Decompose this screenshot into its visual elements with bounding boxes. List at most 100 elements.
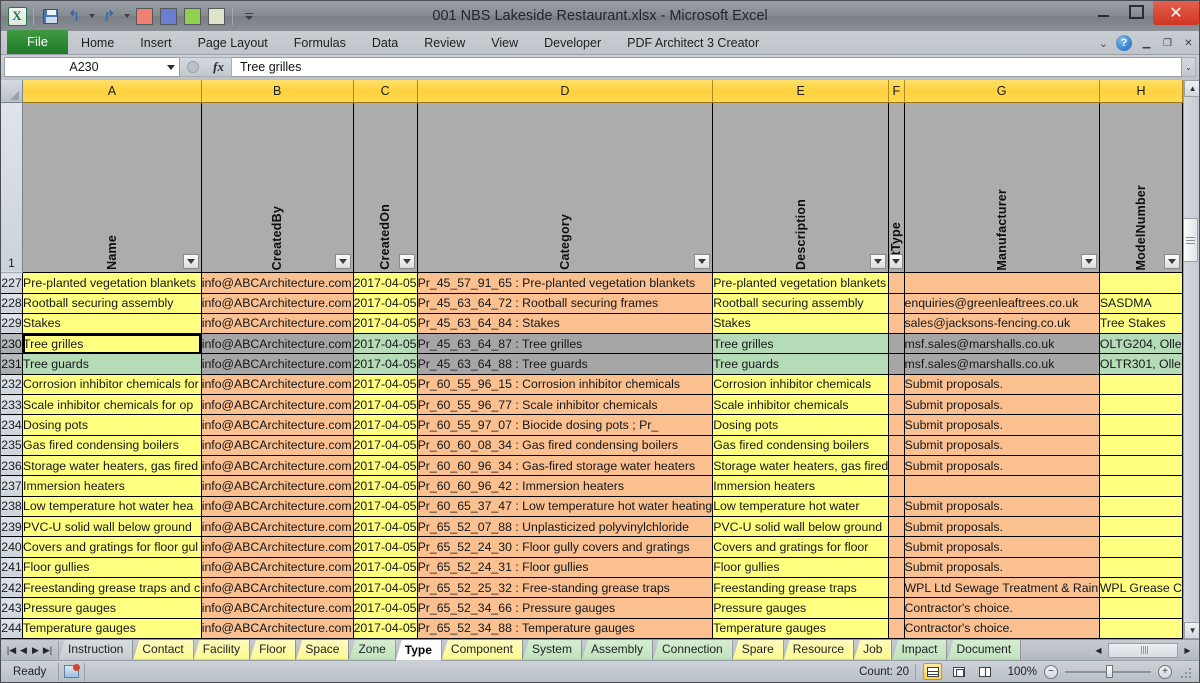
- row-header-232[interactable]: 232: [1, 374, 24, 396]
- cell-B241[interactable]: info@ABCArchitecture.com: [201, 557, 354, 578]
- row-header-236[interactable]: 236: [1, 455, 24, 477]
- cell-D240[interactable]: Pr_65_52_24_30 : Floor gully covers and …: [417, 536, 714, 558]
- tab-page-layout[interactable]: Page Layout: [185, 32, 281, 54]
- cell-D229[interactable]: Pr_45_63_64_84 : Stakes: [417, 313, 714, 335]
- cell-F238[interactable]: [888, 496, 905, 517]
- cell-A229[interactable]: Stakes: [22, 313, 202, 335]
- sheet-tab-spare[interactable]: Spare: [732, 639, 784, 660]
- sheet-tab-document[interactable]: Document: [947, 639, 1022, 660]
- redo-dropdown-icon[interactable]: [122, 5, 131, 27]
- cell-F237[interactable]: [888, 475, 905, 497]
- row-header-238[interactable]: 238: [1, 496, 24, 517]
- row-header-227[interactable]: 227: [1, 272, 24, 294]
- cell-B227[interactable]: info@ABCArchitecture.com: [201, 272, 354, 294]
- table-row[interactable]: 236 Storage water heaters, gas fired info@…: [1, 455, 1184, 477]
- cell-D233[interactable]: Pr_60_55_96_77 : Scale inhibitor chemica…: [417, 394, 714, 416]
- table-row[interactable]: 229 Stakes info@ABCArchitecture.com 2017-04…: [1, 313, 1184, 335]
- filter-button-name[interactable]: [182, 254, 199, 270]
- cell-A234[interactable]: Dosing pots: [22, 414, 202, 436]
- hscroll-left-button[interactable]: ◀: [1091, 643, 1106, 658]
- cell-B235[interactable]: info@ABCArchitecture.com: [201, 435, 354, 457]
- zoom-slider-thumb[interactable]: [1106, 665, 1113, 678]
- cell-F229[interactable]: [888, 313, 905, 335]
- cell-G241[interactable]: Submit proposals.: [904, 557, 1100, 578]
- next-sheet-icon[interactable]: ▶: [30, 645, 41, 656]
- cell-A228[interactable]: Rootball securing assembly: [22, 293, 202, 314]
- tab-developer[interactable]: Developer: [531, 32, 614, 54]
- cell-H242[interactable]: WPL Grease C: [1099, 577, 1184, 599]
- scroll-down-button[interactable]: ▼: [1184, 622, 1199, 639]
- table-row[interactable]: 239 PVC-U solid wall below ground info@ABC…: [1, 516, 1184, 538]
- cell-C243[interactable]: 2017-04-05: [353, 597, 418, 619]
- cell-E227[interactable]: Pre-planted vegetation blankets: [712, 272, 890, 294]
- cell-F236[interactable]: [888, 455, 905, 477]
- cell-B234[interactable]: info@ABCArchitecture.com: [201, 414, 354, 436]
- cell-H237[interactable]: [1099, 475, 1184, 497]
- sheet-tab-type[interactable]: Type: [395, 639, 442, 661]
- cell-B244[interactable]: info@ABCArchitecture.com: [201, 618, 354, 639]
- cell-A236[interactable]: Storage water heaters, gas fired: [22, 455, 202, 477]
- sheet-tab-system[interactable]: System: [522, 639, 582, 660]
- red-swatch-icon[interactable]: [133, 5, 155, 27]
- cell-H238[interactable]: [1099, 496, 1184, 517]
- cell-E237[interactable]: Immersion heaters: [712, 475, 890, 497]
- cell-E228[interactable]: Rootball securing assembly: [712, 293, 890, 314]
- cell-A227[interactable]: Pre-planted vegetation blankets: [22, 272, 202, 294]
- cell-E234[interactable]: Dosing pots: [712, 414, 890, 436]
- filter-button-manufacturer[interactable]: [1080, 254, 1097, 270]
- cell-E244[interactable]: Temperature gauges: [712, 618, 890, 639]
- cell-B236[interactable]: info@ABCArchitecture.com: [201, 455, 354, 477]
- cell-G227[interactable]: [904, 272, 1100, 294]
- cell-A233[interactable]: Scale inhibitor chemicals for op: [22, 394, 202, 416]
- sheet-tab-zone[interactable]: Zone: [349, 639, 396, 660]
- cell-H244[interactable]: [1099, 618, 1184, 639]
- cell-E241[interactable]: Floor gullies: [712, 557, 890, 578]
- cell-A241[interactable]: Floor gullies: [22, 557, 202, 578]
- cell-H230[interactable]: OLTG204, Olle: [1099, 333, 1184, 355]
- cell-A242[interactable]: Freestanding grease traps and c: [22, 577, 202, 599]
- tab-view[interactable]: View: [478, 32, 531, 54]
- table-row[interactable]: 242 Freestanding grease traps and c info@A…: [1, 577, 1184, 599]
- table-row[interactable]: 238 Low temperature hot water hea info@ABC…: [1, 496, 1184, 517]
- filter-button-description[interactable]: [870, 254, 887, 270]
- filter-button-createdon[interactable]: [398, 254, 415, 270]
- cell-G236[interactable]: Submit proposals.: [904, 455, 1100, 477]
- tab-file[interactable]: File: [7, 30, 68, 54]
- cell-E240[interactable]: Covers and gratings for floor: [712, 536, 890, 558]
- cell-F233[interactable]: [888, 394, 905, 416]
- cell-C239[interactable]: 2017-04-05: [353, 516, 418, 538]
- cell-B240[interactable]: info@ABCArchitecture.com: [201, 536, 354, 558]
- filter-button-modelnumber[interactable]: [1164, 254, 1181, 270]
- cell-H232[interactable]: [1099, 374, 1184, 396]
- cell-G238[interactable]: Submit proposals.: [904, 496, 1100, 517]
- cell-G233[interactable]: Submit proposals.: [904, 394, 1100, 416]
- cell-A243[interactable]: Pressure gauges: [22, 597, 202, 619]
- filter-button-category[interactable]: [694, 254, 711, 270]
- cell-C227[interactable]: 2017-04-05: [353, 272, 418, 294]
- vertical-scroll-thumb[interactable]: [1183, 218, 1198, 262]
- cell-G240[interactable]: Submit proposals.: [904, 536, 1100, 558]
- name-box-dropdown-icon[interactable]: [163, 64, 179, 70]
- sheet-tab-facility[interactable]: Facility: [193, 639, 251, 660]
- row-header-1[interactable]: 1: [1, 102, 24, 274]
- sheet-tab-impact[interactable]: Impact: [892, 639, 948, 660]
- tab-home[interactable]: Home: [68, 32, 127, 54]
- cell-G234[interactable]: Submit proposals.: [904, 414, 1100, 436]
- hscroll-right-button[interactable]: ▶: [1180, 643, 1195, 658]
- cell-G244[interactable]: Contractor's choice.: [904, 618, 1100, 639]
- cell-G228[interactable]: enquiries@greenleaftrees.co.uk: [904, 293, 1100, 314]
- cell-C244[interactable]: 2017-04-05: [353, 618, 418, 639]
- row-header-228[interactable]: 228: [1, 293, 24, 314]
- cancel-entry-icon[interactable]: [187, 61, 200, 73]
- cell-C233[interactable]: 2017-04-05: [353, 394, 418, 416]
- cell-G239[interactable]: Submit proposals.: [904, 516, 1100, 538]
- help-icon[interactable]: ?: [1116, 35, 1132, 51]
- cell-C231[interactable]: 2017-04-05: [353, 353, 418, 375]
- select-all-corner[interactable]: [1, 80, 24, 103]
- cell-G229[interactable]: sales@jacksons-fencing.co.uk: [904, 313, 1100, 335]
- cell-F240[interactable]: [888, 536, 905, 558]
- cell-F244[interactable]: [888, 618, 905, 639]
- cell-H234[interactable]: [1099, 414, 1184, 436]
- cell-H229[interactable]: Tree Stakes: [1099, 313, 1184, 335]
- cell-E236[interactable]: Storage water heaters, gas fired: [712, 455, 890, 477]
